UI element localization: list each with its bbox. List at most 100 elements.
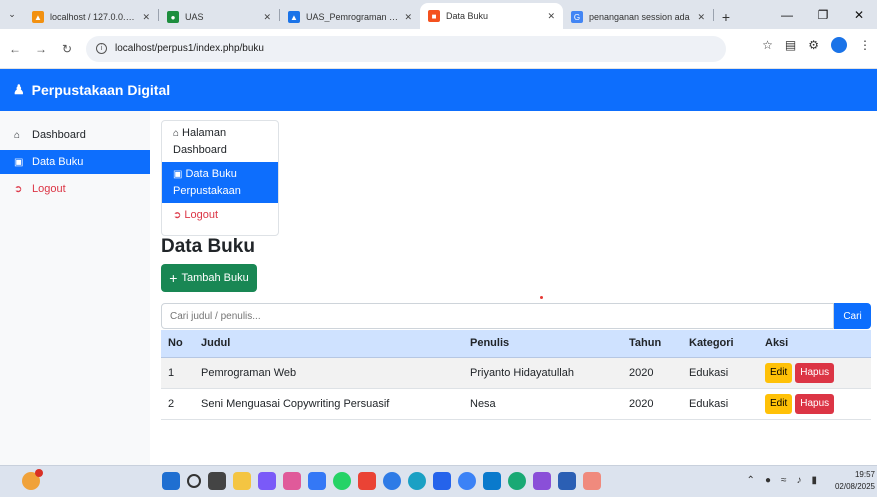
close-window-icon[interactable]: ✕ [841,0,877,29]
close-icon[interactable]: ✕ [697,12,705,23]
maximize-icon[interactable]: ❐ [805,0,841,29]
logout-icon: ➲ [173,210,182,221]
sidebar-item-data-buku[interactable]: ▣ Data Buku [0,150,150,174]
gmail-icon[interactable] [358,472,376,490]
whatsapp-icon[interactable] [333,472,351,490]
cell-tahun: 2020 [622,388,682,420]
page-title: Data Buku [161,236,255,257]
search-icon[interactable] [187,474,201,488]
tab-label: localhost / 127.0.0.1 / dig [50,12,136,22]
drive-icon: ▲ [288,11,300,23]
cell-kategori: Edukasi [682,388,758,420]
browser-tab-google[interactable]: G penanganan session ada ✕ [563,5,713,29]
wifi-icon[interactable]: ≈ [781,475,787,486]
cell-aksi: Edit Hapus [758,388,871,420]
app-navbar: ♟ Perpustakaan Digital [0,69,877,111]
brand[interactable]: ♟ Perpustakaan Digital [13,82,170,98]
browser-tab-data-buku[interactable]: ■ Data Buku ✕ [420,3,563,29]
menu-item-label: Halaman Dashboard [173,127,227,156]
sidebar-item-logout[interactable]: ➲ Logout [0,177,150,201]
app-icon[interactable] [383,472,401,490]
classroom-icon: ● [167,11,179,23]
browser-tab-uas[interactable]: ● UAS ✕ [159,5,279,29]
url-input[interactable]: i localhost/perpus1/index.php/buku [86,35,726,62]
app-icon[interactable] [258,472,276,490]
google-icon: G [571,11,583,23]
app-icon[interactable] [583,472,601,490]
reading-list-icon[interactable]: ▤ [785,38,796,52]
edit-button[interactable]: Edit [765,362,793,383]
sidebar: ⌂ Dashboard ▣ Data Buku ➲ Logout [0,111,150,465]
cell-kategori: Edukasi [682,357,758,389]
bookmark-star-icon[interactable]: ☆ [762,38,773,52]
cell-aksi: Edit Hapus [758,357,871,389]
profile-avatar[interactable] [831,37,847,53]
vscode-icon[interactable] [483,472,501,490]
cell-no: 2 [161,388,194,420]
menu-kebab-icon[interactable]: ⋮ [859,38,871,52]
tab-label: UAS_Pemrograman Web [306,12,399,22]
battery-icon[interactable]: ▮ [811,475,817,486]
extensions-icon[interactable]: ⚙ [808,38,819,52]
store-icon[interactable] [433,472,451,490]
browser-tab-phpmyadmin[interactable]: ▲ localhost / 127.0.0.1 / dig ✕ [24,5,158,29]
cell-penulis: Priyanto Hidayatullah [463,357,622,389]
forward-icon[interactable]: → [30,38,52,60]
favicon-icon: ■ [428,10,440,22]
sidebar-item-dashboard[interactable]: ⌂ Dashboard [0,123,150,147]
app-icon[interactable] [308,472,326,490]
chevron-up-icon[interactable]: ⌃ [747,475,755,486]
close-icon[interactable]: ✕ [547,11,555,22]
table-row: 2 Seni Menguasai Copywriting Persuasif N… [161,388,871,420]
back-icon[interactable]: ← [4,38,26,60]
clock-date: 02/08/2025 [834,482,875,491]
phpmyadmin-icon: ▲ [32,11,44,23]
reload-icon[interactable]: ↻ [56,38,78,60]
address-bar: ← → ↻ i localhost/perpus1/index.php/buku… [0,29,877,69]
brand-label: Perpustakaan Digital [31,82,171,98]
site-info-icon[interactable]: i [96,43,107,54]
toolbar-actions: ☆ ▤ ⚙ ⋮ [762,37,871,53]
search-button[interactable]: Cari [834,303,871,329]
browser-tab-uas-pemrograman[interactable]: ▲ UAS_Pemrograman Web ✕ [280,5,420,29]
search-input[interactable] [161,303,834,329]
cell-judul: Seni Menguasai Copywriting Persuasif [194,388,463,420]
close-icon[interactable]: ✕ [142,12,150,23]
os-taskbar: ⌃ ● ≈ ♪ ▮ 19:57 02/08/2025 [0,465,877,497]
system-tray: ⌃ ● ≈ ♪ ▮ [747,475,817,486]
new-tab-button[interactable]: + [714,5,738,29]
app-icon[interactable] [283,472,301,490]
minimize-icon[interactable]: — [769,0,805,29]
book-icon: ▣ [173,169,183,180]
visual-studio-icon[interactable] [533,472,551,490]
file-explorer-icon[interactable] [233,472,251,490]
close-icon[interactable]: ✕ [263,12,271,23]
table-header-row: No Judul Penulis Tahun Kategori Aksi [161,330,871,358]
app-icon[interactable] [508,472,526,490]
task-view-icon[interactable] [208,472,226,490]
menu-card: ⌂ Halaman Dashboard ▣ Data Buku Perpustaka… [161,120,279,236]
tab-label: Data Buku [446,11,489,21]
volume-icon[interactable]: ♪ [796,475,801,486]
delete-button[interactable]: Hapus [795,362,835,383]
close-icon[interactable]: ✕ [404,12,412,23]
word-icon[interactable] [558,472,576,490]
app-tray-icon[interactable]: ● [765,475,771,486]
clock[interactable]: 19:57 02/08/2025 [835,469,875,493]
sidebar-item-label: Dashboard [32,129,86,141]
edit-button[interactable]: Edit [765,393,793,414]
menu-item-logout[interactable]: ➲ Logout [162,203,278,228]
chrome-icon[interactable] [458,472,476,490]
menu-item-data-buku[interactable]: ▣ Data Buku Perpustakaan [162,162,278,203]
start-icon[interactable] [162,472,180,490]
url-text: localhost/perpus1/index.php/buku [115,43,264,54]
add-book-label: Tambah Buku [181,272,249,284]
edge-icon[interactable] [408,472,426,490]
add-book-button[interactable]: + Tambah Buku [161,264,257,292]
delete-button[interactable]: Hapus [795,393,835,414]
widgets-icon[interactable] [22,469,43,490]
home-icon: ⌂ [173,128,180,139]
menu-item-dashboard[interactable]: ⌂ Halaman Dashboard [162,121,278,162]
tab-search-icon[interactable]: ⌄ [0,0,24,29]
cell-judul: Pemrograman Web [194,357,463,389]
